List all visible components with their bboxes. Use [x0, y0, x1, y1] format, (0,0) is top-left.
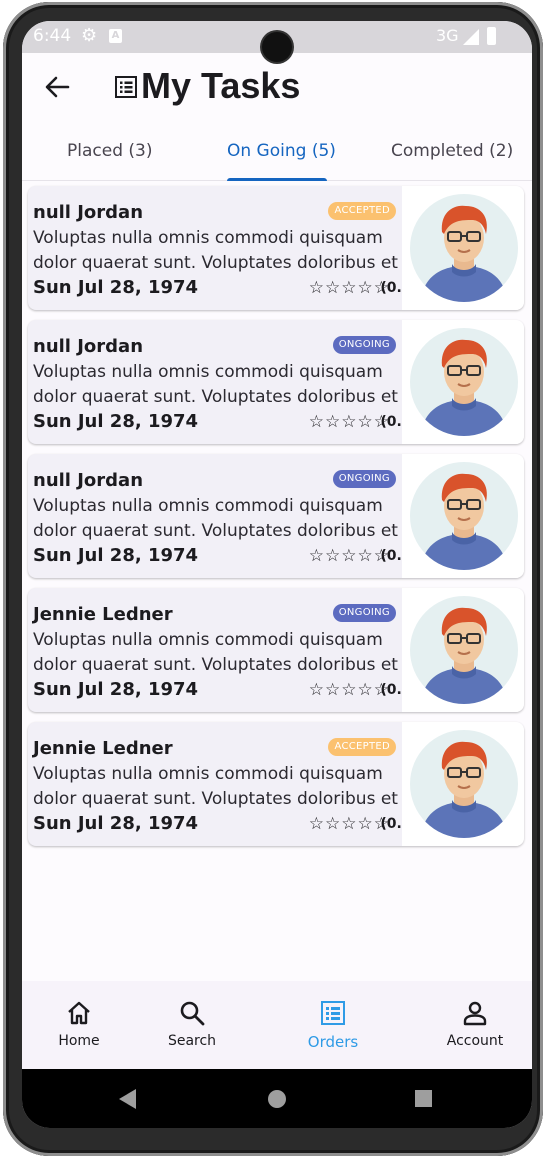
task-description-line: dolor quaerat sunt. Voluptates doloribus…: [33, 521, 398, 541]
task-description: Voluptas nulla omnis commodi quisquam do…: [33, 226, 398, 276]
task-description-line: dolor quaerat sunt. Voluptates doloribus…: [33, 655, 398, 675]
task-card[interactable]: null Jordan ACCEPTED Voluptas nulla omni…: [28, 186, 524, 310]
nav-item-account[interactable]: Account: [425, 999, 525, 1049]
tab-completed[interactable]: Completed (2): [391, 141, 513, 161]
task-customer-name: null Jordan: [33, 202, 144, 223]
task-description-line: Voluptas nulla omnis commodi quisquam: [33, 764, 383, 784]
status-badge: ONGOING: [332, 336, 396, 354]
status-badge: ACCEPTED: [328, 202, 396, 220]
task-description: Voluptas nulla omnis commodi quisquam do…: [33, 628, 398, 678]
task-description-line: Voluptas nulla omnis commodi quisquam: [33, 228, 383, 248]
rating-stars-icon: ☆☆☆☆☆: [308, 412, 390, 432]
task-card[interactable]: Jennie Ledner ACCEPTED Voluptas nulla om…: [28, 722, 524, 846]
nav-item-orders[interactable]: Orders: [283, 999, 383, 1051]
task-image: [402, 320, 524, 444]
task-description-line: dolor quaerat sunt. Voluptates doloribus…: [33, 253, 398, 273]
system-back-icon[interactable]: [119, 1089, 136, 1109]
nav-item-search[interactable]: Search: [142, 999, 242, 1049]
task-card[interactable]: null Jordan ONGOING Voluptas nulla omnis…: [28, 454, 524, 578]
orders-icon: [321, 1001, 345, 1025]
notification-a-icon: A: [109, 29, 122, 43]
rating-stars-icon: ☆☆☆☆☆: [308, 814, 390, 834]
person-avatar-icon: [420, 205, 508, 302]
nav-item-home[interactable]: Home: [29, 999, 129, 1049]
status-badge: ONGOING: [332, 604, 396, 622]
task-image: [402, 588, 524, 712]
task-customer-name: null Jordan: [33, 470, 144, 491]
task-date: Sun Jul 28, 1974: [33, 679, 199, 700]
task-date: Sun Jul 28, 1974: [33, 545, 199, 566]
nav-label-search: Search: [167, 1033, 217, 1049]
screen: 6:44 ⚙ A 3G My Tasks Placed (3) On Going…: [22, 21, 532, 1128]
task-image: [402, 454, 524, 578]
task-description-line: Voluptas nulla omnis commodi quisquam: [33, 630, 383, 650]
account-icon: [463, 1001, 487, 1026]
avatar: [410, 730, 518, 838]
person-avatar-icon: [420, 607, 508, 704]
settings-gear-icon: ⚙: [81, 25, 98, 46]
device-frame: 6:44 ⚙ A 3G My Tasks Placed (3) On Going…: [3, 2, 543, 1156]
task-date: Sun Jul 28, 1974: [33, 813, 199, 834]
avatar: [410, 596, 518, 704]
person-avatar-icon: [420, 339, 508, 436]
task-date: Sun Jul 28, 1974: [33, 277, 199, 298]
status-badge: ONGOING: [332, 470, 396, 488]
task-list-icon: [115, 76, 137, 98]
task-image: [402, 722, 524, 846]
task-description-line: dolor quaerat sunt. Voluptates doloribus…: [33, 387, 398, 407]
tab-on-going[interactable]: On Going (5): [227, 141, 336, 161]
task-date: Sun Jul 28, 1974: [33, 411, 199, 432]
search-icon: [180, 1001, 205, 1026]
task-description-line: dolor quaerat sunt. Voluptates doloribus…: [33, 789, 398, 809]
network-type: 3G: [436, 26, 459, 45]
task-image: [402, 186, 524, 310]
task-description: Voluptas nulla omnis commodi quisquam do…: [33, 360, 398, 410]
signal-icon: [463, 29, 479, 45]
status-badge: ACCEPTED: [328, 738, 396, 756]
active-tab-indicator: [227, 178, 327, 181]
app-bar: My Tasks: [22, 53, 532, 123]
avatar: [410, 462, 518, 570]
person-avatar-icon: [420, 473, 508, 570]
task-description: Voluptas nulla omnis commodi quisquam do…: [33, 762, 398, 812]
system-recents-icon[interactable]: [415, 1090, 432, 1107]
bottom-navigation: Home Search Orders Account: [22, 981, 532, 1069]
person-avatar-icon: [420, 741, 508, 838]
task-customer-name: Jennie Ledner: [33, 738, 173, 759]
task-card[interactable]: Jennie Ledner ONGOING Voluptas nulla omn…: [28, 588, 524, 712]
tab-bar: Placed (3) On Going (5) Completed (2): [22, 123, 532, 181]
task-customer-name: null Jordan: [33, 336, 144, 357]
nav-label-orders: Orders: [307, 1033, 359, 1051]
task-description-line: Voluptas nulla omnis commodi quisquam: [33, 496, 383, 516]
avatar: [410, 194, 518, 302]
page-title: My Tasks: [141, 65, 301, 106]
task-customer-name: Jennie Ledner: [33, 604, 173, 625]
system-navigation-bar: [22, 1069, 532, 1128]
nav-label-home: Home: [58, 1033, 100, 1049]
tab-placed[interactable]: Placed (3): [67, 141, 152, 161]
battery-icon: [487, 27, 496, 45]
avatar: [410, 328, 518, 436]
home-icon: [68, 1001, 90, 1025]
status-time: 6:44: [33, 26, 72, 46]
task-card[interactable]: null Jordan ONGOING Voluptas nulla omnis…: [28, 320, 524, 444]
rating-stars-icon: ☆☆☆☆☆: [308, 278, 390, 298]
system-home-icon[interactable]: [268, 1090, 286, 1108]
back-arrow-icon[interactable]: [42, 69, 72, 105]
task-description-line: Voluptas nulla omnis commodi quisquam: [33, 362, 383, 382]
nav-label-account: Account: [446, 1033, 504, 1049]
task-description: Voluptas nulla omnis commodi quisquam do…: [33, 494, 398, 544]
rating-stars-icon: ☆☆☆☆☆: [308, 680, 390, 700]
rating-stars-icon: ☆☆☆☆☆: [308, 546, 390, 566]
